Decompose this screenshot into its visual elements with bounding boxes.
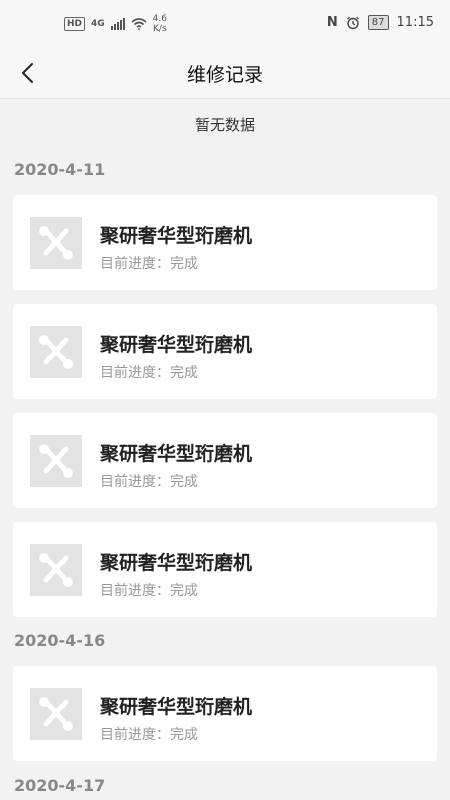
record-title: 聚研奢华型珩磨机 (100, 443, 253, 465)
status-bar-right: N 87 11:15 (327, 15, 434, 30)
record-card[interactable]: 聚研奢华型珩磨机 目前进度：完成 (13, 413, 437, 508)
hd-badge: HD (64, 17, 86, 31)
record-card[interactable]: 聚研奢华型珩磨机 目前进度：完成 (13, 195, 437, 290)
repair-tools-icon (30, 217, 82, 269)
repair-tools-icon (30, 688, 82, 740)
repair-tools-icon (30, 435, 82, 487)
net-speed: 4.6 K/s (153, 14, 167, 34)
app-header: 维修记录 (0, 50, 450, 99)
record-title: 聚研奢华型珩磨机 (100, 552, 253, 574)
network-type: 4G (91, 19, 105, 29)
record-status: 目前进度：完成 (100, 256, 198, 272)
record-card[interactable]: 聚研奢华型珩磨机 目前进度：完成 (13, 522, 437, 617)
net-speed-value: 4.6 (152, 14, 167, 24)
record-status: 目前进度：完成 (100, 474, 198, 490)
alarm-icon (346, 16, 359, 29)
repair-tools-icon (30, 326, 82, 378)
clock: 11:15 (396, 15, 434, 30)
date-header: 2020-4-17 (14, 776, 106, 795)
signal-icon (110, 18, 125, 30)
record-card[interactable]: 聚研奢华型珩磨机 目前进度：完成 (13, 304, 437, 399)
status-bar-left: HD 4G 4.6 K/s (64, 14, 167, 34)
record-status: 目前进度：完成 (100, 583, 198, 599)
battery-indicator: 87 (367, 15, 389, 30)
repair-tools-icon (30, 544, 82, 596)
date-header: 2020-4-16 (14, 631, 106, 650)
date-header: 2020-4-11 (14, 160, 106, 179)
net-speed-unit: K/s (153, 24, 167, 34)
nfc-icon: N (326, 15, 338, 30)
status-bar: HD 4G 4.6 K/s N 87 11:15 (0, 0, 450, 50)
record-status: 目前进度：完成 (100, 727, 198, 743)
record-status: 目前进度：完成 (100, 365, 198, 381)
wifi-icon (131, 18, 147, 30)
record-title: 聚研奢华型珩磨机 (100, 696, 253, 718)
record-card[interactable]: 聚研奢华型珩磨机 目前进度：完成 (13, 666, 437, 761)
empty-text: 暂无数据 (194, 116, 255, 134)
record-title: 聚研奢华型珩磨机 (100, 334, 253, 356)
page-title: 维修记录 (186, 64, 263, 86)
record-title: 聚研奢华型珩磨机 (100, 225, 253, 247)
